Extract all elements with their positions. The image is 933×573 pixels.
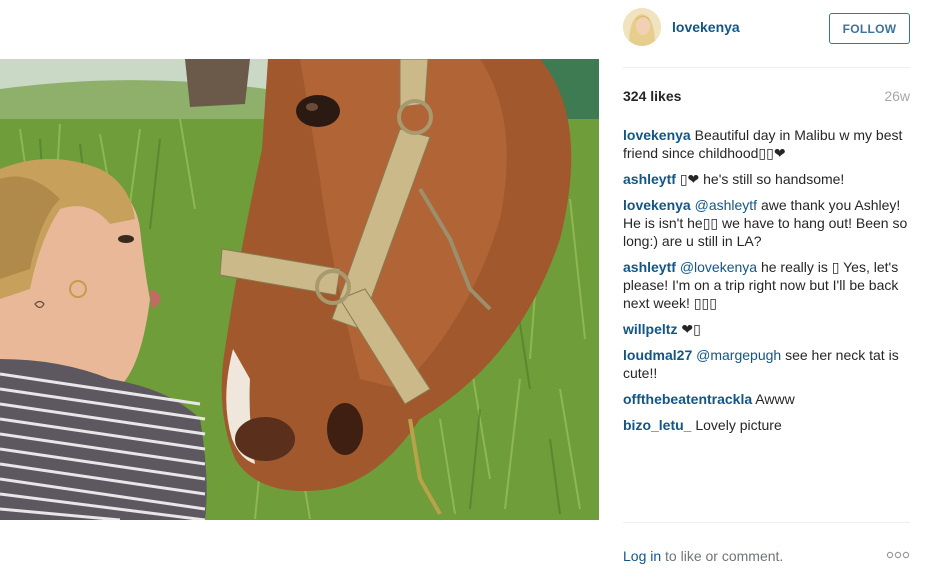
comment-username[interactable]: ashleytf <box>623 171 676 187</box>
comment-text: ▯❤ he's still so handsome! <box>679 171 845 187</box>
post-photo[interactable] <box>0 59 599 520</box>
comment-username[interactable]: ashleytf <box>623 259 676 275</box>
comment-item: offthebeatentrackla Awww <box>623 390 910 408</box>
comment-username[interactable]: lovekenya <box>623 197 691 213</box>
login-link[interactable]: Log in <box>623 548 661 564</box>
post-stats: 324 likes 26w <box>623 88 910 106</box>
comment-item: ashleytf ▯❤ he's still so handsome! <box>623 170 910 188</box>
comments-list: lovekenya Beautiful day in Malibu w my b… <box>623 126 910 442</box>
avatar-image <box>623 8 661 46</box>
author-username-link[interactable]: lovekenya <box>672 19 740 35</box>
comment-mention[interactable]: @lovekenya <box>680 259 757 275</box>
comment-item: lovekenya @ashleytf awe thank you Ashley… <box>623 196 910 250</box>
follow-button[interactable]: FOLLOW <box>829 13 910 44</box>
comment-username[interactable]: bizo_letu_ <box>623 417 691 433</box>
login-suffix: to like or comment. <box>665 548 784 564</box>
post-header: lovekenya FOLLOW <box>623 0 910 68</box>
login-prompt: Log in to like or comment. <box>623 548 783 564</box>
comment-username[interactable]: lovekenya <box>623 127 691 143</box>
comment-item: ashleytf @lovekenya he really is ▯ Yes, … <box>623 258 910 312</box>
comment-username[interactable]: offthebeatentrackla <box>623 391 752 407</box>
likes-count[interactable]: 324 likes <box>623 88 681 104</box>
comment-item: bizo_letu_ Lovely picture <box>623 416 910 434</box>
comment-text: ❤▯ <box>681 321 701 337</box>
comment-username[interactable]: loudmal27 <box>623 347 692 363</box>
comment-item: willpeltz ❤▯ <box>623 320 910 338</box>
post-sidebar: lovekenya FOLLOW 324 likes 26w lovekenya… <box>623 0 910 573</box>
post-footer: Log in to like or comment. <box>623 522 910 573</box>
comment-item: lovekenya Beautiful day in Malibu w my b… <box>623 126 910 162</box>
post-age[interactable]: 26w <box>884 88 910 104</box>
photo-illustration <box>0 59 599 520</box>
comment-text: Lovely picture <box>695 417 782 433</box>
comment-item: loudmal27 @margepugh see her neck tat is… <box>623 346 910 382</box>
more-options-icon[interactable] <box>886 550 910 560</box>
profile-avatar[interactable] <box>623 8 661 46</box>
comment-username[interactable]: willpeltz <box>623 321 677 337</box>
comment-mention[interactable]: @ashleytf <box>695 197 757 213</box>
comment-text: Awww <box>755 391 795 407</box>
comment-mention[interactable]: @margepugh <box>696 347 781 363</box>
